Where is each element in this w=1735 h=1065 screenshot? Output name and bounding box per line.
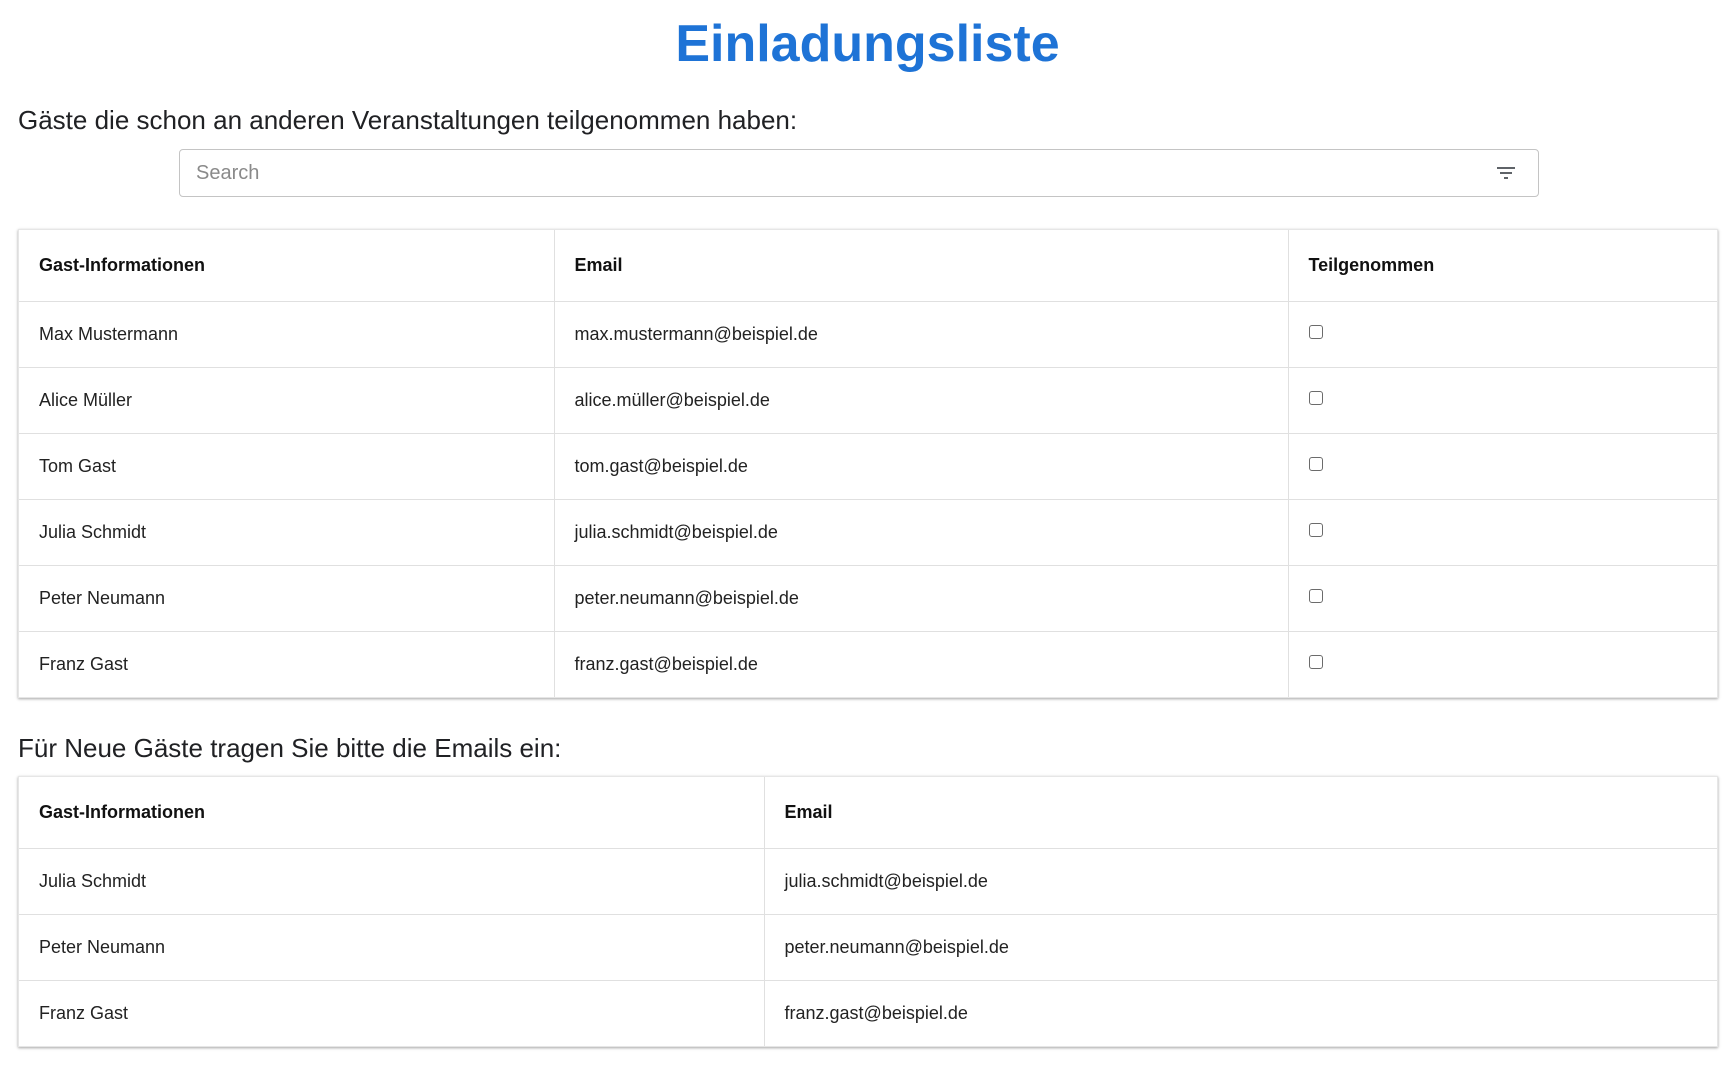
table-row: Peter Neumann peter.neumann@beispiel.de	[19, 565, 1717, 632]
new-guests-label: Für Neue Gäste tragen Sie bitte die Emai…	[18, 733, 562, 763]
guest-name: Peter Neumann	[19, 565, 555, 632]
table-row: Peter Neumann peter.neumann@beispiel.de	[19, 914, 1717, 981]
guest-email[interactable]: franz.gast@beispiel.de	[764, 980, 1717, 1046]
guest-name: Julia Schmidt	[19, 499, 555, 566]
guest-email: peter.neumann@beispiel.de	[554, 565, 1289, 632]
page-title: Einladungsliste	[675, 15, 1060, 73]
guest-email[interactable]: julia.schmidt@beispiel.de	[764, 848, 1717, 915]
attended-cell	[1288, 301, 1717, 368]
search-input[interactable]	[180, 150, 1490, 196]
guest-email: alice.müller@beispiel.de	[554, 367, 1289, 434]
guest-name: Franz Gast	[19, 980, 765, 1046]
new-guests-table: Gast-Informationen Email Julia Schmidt j…	[18, 776, 1718, 1047]
guest-name: Max Mustermann	[19, 301, 555, 368]
guest-email: franz.gast@beispiel.de	[554, 631, 1289, 697]
guest-name: Peter Neumann	[19, 914, 765, 981]
table-header-row: Gast-Informationen Email Teilgenommen	[19, 230, 1717, 302]
guest-name: Julia Schmidt	[19, 848, 765, 915]
table-row: Alice Müller alice.müller@beispiel.de	[19, 367, 1717, 434]
table-row: Max Mustermann max.mustermann@beispiel.d…	[19, 301, 1717, 368]
attended-checkbox[interactable]	[1308, 655, 1323, 669]
attended-cell	[1288, 499, 1717, 566]
table-row: Tom Gast tom.gast@beispiel.de	[19, 433, 1717, 500]
attended-checkbox[interactable]	[1308, 456, 1323, 471]
column-header-email[interactable]: Email	[554, 230, 1289, 302]
column-header-email[interactable]: Email	[764, 777, 1717, 849]
guest-name: Franz Gast	[19, 631, 555, 697]
search-bar	[179, 149, 1539, 197]
attended-checkbox[interactable]	[1308, 522, 1323, 537]
previous-guests-table: Gast-Informationen Email Teilgenommen Ma…	[18, 229, 1718, 698]
table-header-row: Gast-Informationen Email	[19, 777, 1717, 849]
table-row: Franz Gast franz.gast@beispiel.de	[19, 631, 1717, 697]
attended-checkbox[interactable]	[1308, 588, 1323, 603]
attended-cell	[1288, 433, 1717, 500]
table-row: Julia Schmidt julia.schmidt@beispiel.de	[19, 848, 1717, 915]
guest-email: julia.schmidt@beispiel.de	[554, 499, 1289, 566]
guest-email: max.mustermann@beispiel.de	[554, 301, 1289, 368]
previous-guests-label: Gäste die schon an anderen Veranstaltung…	[18, 105, 798, 135]
column-header-guest-info[interactable]: Gast-Informationen	[19, 230, 555, 302]
attended-checkbox[interactable]	[1308, 390, 1323, 405]
filter-list-icon[interactable]	[1490, 157, 1522, 189]
column-header-attended[interactable]: Teilgenommen	[1288, 230, 1717, 302]
guest-email: tom.gast@beispiel.de	[554, 433, 1289, 500]
guest-name: Tom Gast	[19, 433, 555, 500]
table-row: Franz Gast franz.gast@beispiel.de	[19, 980, 1717, 1046]
attended-cell	[1288, 631, 1717, 697]
attended-cell	[1288, 367, 1717, 434]
table-row: Julia Schmidt julia.schmidt@beispiel.de	[19, 499, 1717, 566]
guest-name: Alice Müller	[19, 367, 555, 434]
attended-cell	[1288, 565, 1717, 632]
guest-email[interactable]: peter.neumann@beispiel.de	[764, 914, 1717, 981]
attended-checkbox[interactable]	[1308, 324, 1323, 339]
column-header-guest-info[interactable]: Gast-Informationen	[19, 777, 765, 849]
invitation-list-page: Einladungsliste Gäste die schon an ander…	[0, 0, 1735, 1065]
